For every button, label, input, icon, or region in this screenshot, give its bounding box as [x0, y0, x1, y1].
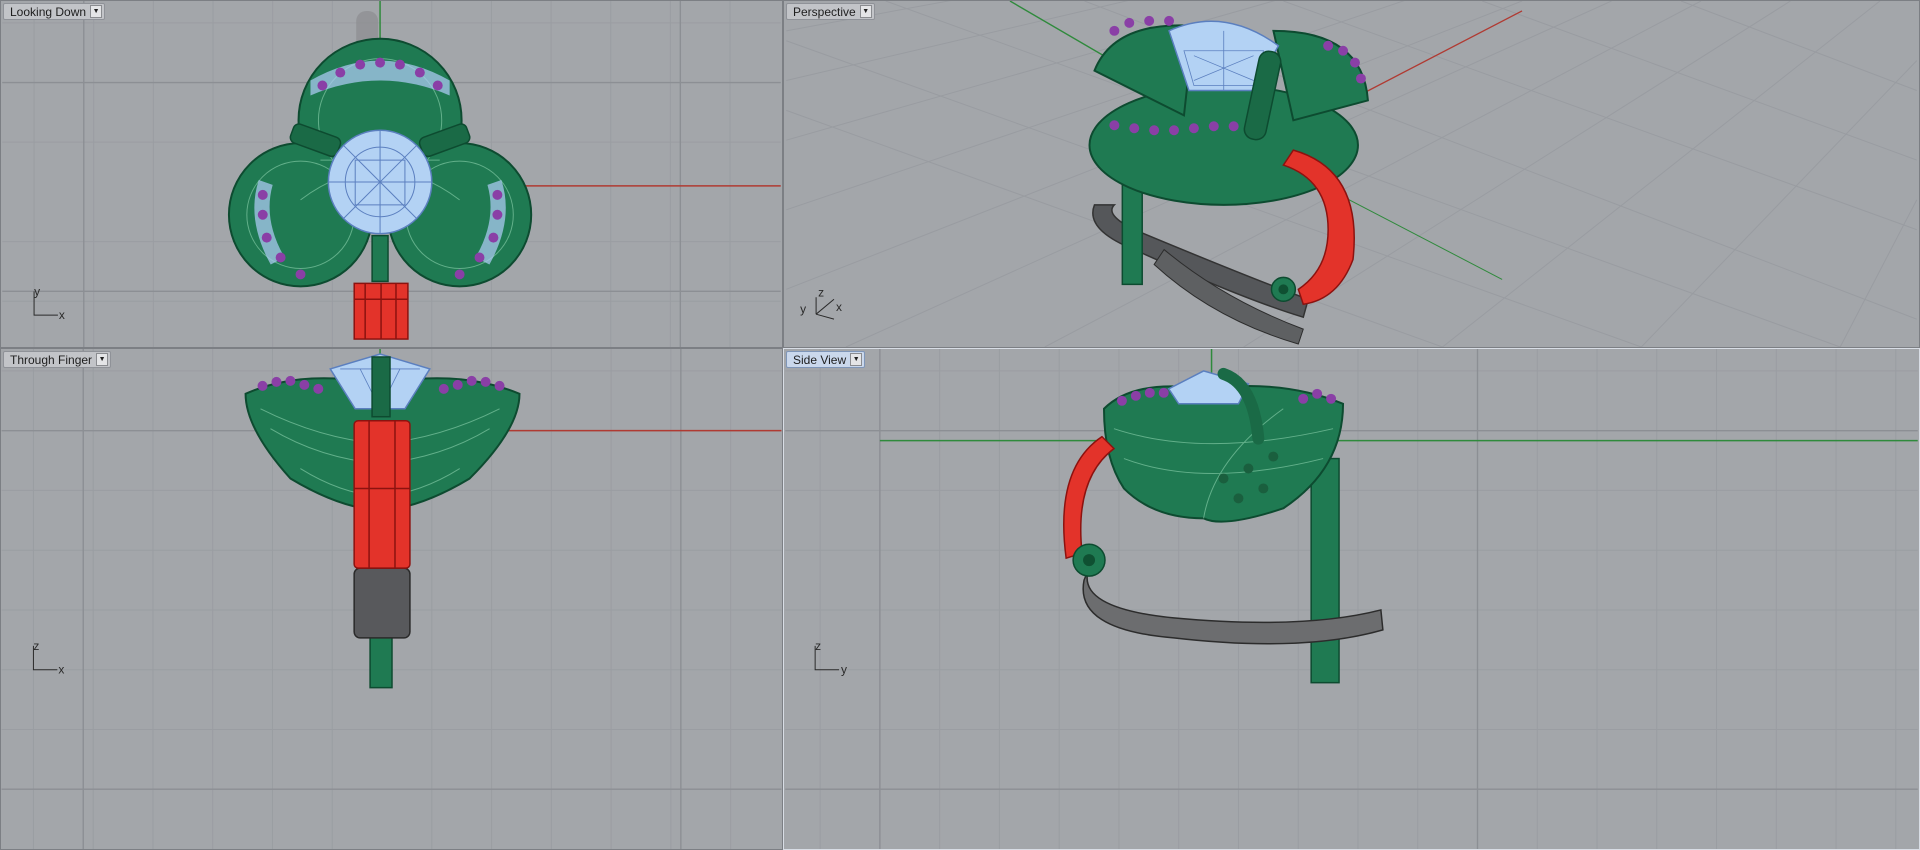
- chevron-down-icon[interactable]: ▼: [90, 5, 103, 18]
- viewport-front-canvas[interactable]: z x: [1, 349, 782, 849]
- viewport-title-text: Perspective: [793, 4, 856, 19]
- chevron-down-icon[interactable]: ▼: [850, 353, 863, 366]
- axis-triad: z y x: [800, 285, 842, 320]
- chevron-down-icon[interactable]: ▼: [859, 5, 872, 18]
- ring-model-perspective[interactable]: [1088, 15, 1369, 345]
- axis-label-vertical: y: [34, 284, 40, 298]
- axis-triad: z x: [32, 639, 64, 677]
- perspective-grid: [786, 1, 1918, 347]
- viewport-top[interactable]: y x Looking Down ▼: [0, 0, 783, 348]
- axis-label-y: y: [800, 302, 806, 316]
- grid: [785, 349, 1918, 849]
- selected-shank-piece: [353, 419, 411, 569]
- viewport-front[interactable]: z x Through Finger ▼: [0, 348, 783, 850]
- viewport-side[interactable]: z y Side View ▼: [783, 348, 1920, 850]
- viewport-side-canvas[interactable]: z y: [784, 349, 1919, 849]
- axis-triad: y x: [33, 284, 65, 322]
- viewport-title-text: Looking Down: [10, 4, 87, 19]
- viewport-perspective-canvas[interactable]: z y x: [784, 1, 1919, 347]
- rhino-workspace: y x Looking Down ▼ z y x Perspective ▼ z…: [0, 0, 1920, 850]
- axis-label-horizontal: x: [58, 663, 64, 677]
- ring-model-side[interactable]: [1063, 367, 1384, 684]
- viewport-title-perspective[interactable]: Perspective ▼: [786, 3, 875, 20]
- selected-shank-piece: [353, 282, 409, 340]
- axis-label-vertical: z: [815, 639, 821, 653]
- ring-model-top[interactable]: [227, 10, 533, 340]
- axis-label-z: z: [818, 285, 824, 299]
- axis-label-vertical: z: [33, 639, 39, 653]
- ring-model-front[interactable]: [244, 353, 521, 689]
- viewport-title-front[interactable]: Through Finger ▼: [3, 351, 112, 368]
- chevron-down-icon[interactable]: ▼: [96, 353, 109, 366]
- viewport-title-side[interactable]: Side View ▼: [786, 351, 866, 368]
- axis-label-horizontal: y: [841, 663, 847, 677]
- axis-label-x: x: [836, 300, 842, 314]
- viewport-title-top[interactable]: Looking Down ▼: [3, 3, 106, 20]
- viewport-top-canvas[interactable]: y x: [1, 1, 782, 347]
- viewport-title-text: Side View: [793, 352, 847, 367]
- viewport-perspective[interactable]: z y x Perspective ▼: [783, 0, 1920, 348]
- viewport-title-text: Through Finger: [10, 352, 93, 367]
- axis-label-horizontal: x: [59, 308, 65, 322]
- selected-hinge-arc: [1063, 435, 1116, 560]
